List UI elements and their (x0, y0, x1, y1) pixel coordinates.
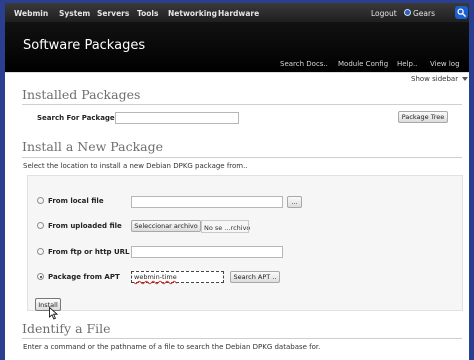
apt-package-value: webmin-time (134, 273, 177, 281)
installed-packages-heading: Installed Packages (22, 87, 141, 102)
browser-frame: Webmin System Servers Tools Networking H… (5, 3, 469, 360)
ftp-url-input[interactable] (131, 246, 283, 258)
choose-file-button[interactable]: Seleccionar archivo (131, 220, 201, 232)
search-apt-button[interactable]: Search APT .. (230, 271, 280, 283)
search-package-label: Search For Package: (37, 114, 118, 122)
nav-networking[interactable]: Networking (168, 9, 217, 18)
view-log-link[interactable]: View log (430, 60, 460, 68)
module-config-link[interactable]: Module Config (338, 60, 388, 68)
nav-system[interactable]: System (59, 9, 90, 18)
mouse-cursor-icon (49, 307, 58, 320)
uploaded-file-label: From uploaded file (48, 222, 122, 230)
chevron-down-icon (462, 76, 469, 81)
search-package-input[interactable] (115, 112, 239, 124)
local-file-label: From local file (48, 197, 104, 205)
file-name-box (201, 220, 249, 233)
show-sidebar-label: Show sidebar (411, 75, 459, 83)
ftp-url-radio[interactable] (37, 248, 44, 255)
apt-package-label: Package from APT (48, 273, 120, 281)
page-header: Software Packages Search Docs.. Module C… (5, 22, 469, 72)
nav-tools[interactable]: Tools (137, 9, 158, 18)
local-file-input[interactable] (131, 196, 283, 208)
install-description: Select the location to install a new Deb… (23, 162, 248, 170)
search-button[interactable] (455, 6, 468, 19)
browse-button[interactable]: ... (287, 196, 302, 208)
identify-file-heading: Identify a File (22, 321, 111, 336)
top-navigation: Webmin System Servers Tools Networking H… (5, 3, 469, 22)
section-divider (22, 338, 462, 339)
section-divider (22, 157, 462, 158)
show-sidebar-link[interactable]: Show sidebar (411, 75, 469, 83)
identify-description: Enter a command or the pathname of a fil… (23, 343, 321, 351)
install-package-heading: Install a New Package (22, 139, 164, 154)
apt-package-radio[interactable] (37, 273, 44, 280)
help-link[interactable]: Help.. (397, 60, 417, 68)
search-docs-link[interactable]: Search Docs.. (280, 60, 328, 68)
nav-webmin[interactable]: Webmin (14, 9, 48, 18)
gears-label[interactable]: Gears (413, 9, 435, 18)
local-file-radio[interactable] (37, 197, 44, 204)
nav-hardware[interactable]: Hardware (218, 9, 259, 18)
header-divider (5, 72, 469, 73)
apt-package-input[interactable]: webmin-time (131, 271, 224, 283)
logout-link[interactable]: Logout (371, 9, 397, 18)
uploaded-file-radio[interactable] (37, 222, 44, 229)
package-tree-button[interactable]: Package Tree (398, 111, 448, 123)
gears-radio-icon[interactable] (404, 9, 411, 16)
section-divider (22, 104, 462, 105)
page-title: Software Packages (23, 38, 146, 53)
nav-servers[interactable]: Servers (97, 9, 129, 18)
search-icon (457, 8, 466, 17)
ftp-url-label: From ftp or http URL (48, 248, 130, 256)
